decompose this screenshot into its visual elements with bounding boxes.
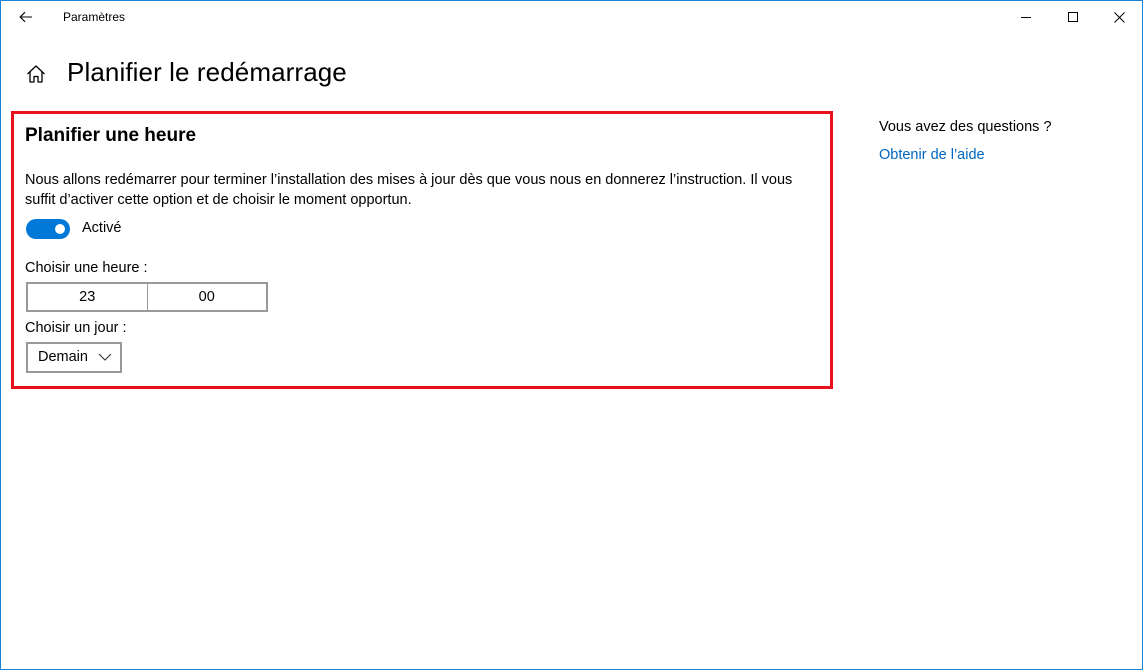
- day-dropdown[interactable]: Demain: [26, 342, 122, 373]
- minimize-icon: [1021, 17, 1031, 18]
- time-label: Choisir une heure :: [25, 260, 148, 276]
- back-arrow-icon: [19, 11, 32, 23]
- side-question: Vous avez des questions ?: [879, 119, 1052, 135]
- chevron-down-icon: [98, 353, 112, 361]
- highlight-frame: [11, 111, 833, 389]
- minute-selector[interactable]: 00: [148, 284, 267, 310]
- settings-window: Paramètres Planifier le redémarrage Plan…: [0, 0, 1143, 670]
- close-icon: [1113, 11, 1125, 23]
- toggle-state-label: Activé: [82, 220, 122, 236]
- maximize-icon: [1068, 12, 1078, 22]
- title-bar: Paramètres: [1, 1, 1142, 33]
- help-link[interactable]: Obtenir de l’aide: [879, 147, 985, 163]
- section-title: Planifier une heure: [25, 125, 197, 146]
- back-button[interactable]: [9, 3, 43, 31]
- schedule-toggle[interactable]: [26, 219, 70, 239]
- minimize-button[interactable]: [1003, 1, 1049, 33]
- day-dropdown-value: Demain: [38, 349, 88, 365]
- window-title: Paramètres: [63, 10, 126, 24]
- day-label: Choisir un jour :: [25, 320, 127, 336]
- maximize-button[interactable]: [1050, 1, 1096, 33]
- hour-selector[interactable]: 23: [28, 284, 148, 310]
- toggle-knob: [55, 224, 65, 234]
- schedule-description: Nous allons redémarrer pour terminer l’i…: [25, 172, 793, 208]
- page-title: Planifier le redémarrage: [67, 57, 347, 87]
- close-button[interactable]: [1096, 1, 1142, 33]
- time-picker: 23 00: [26, 282, 268, 312]
- home-button[interactable]: [25, 63, 47, 85]
- home-icon: [27, 65, 45, 83]
